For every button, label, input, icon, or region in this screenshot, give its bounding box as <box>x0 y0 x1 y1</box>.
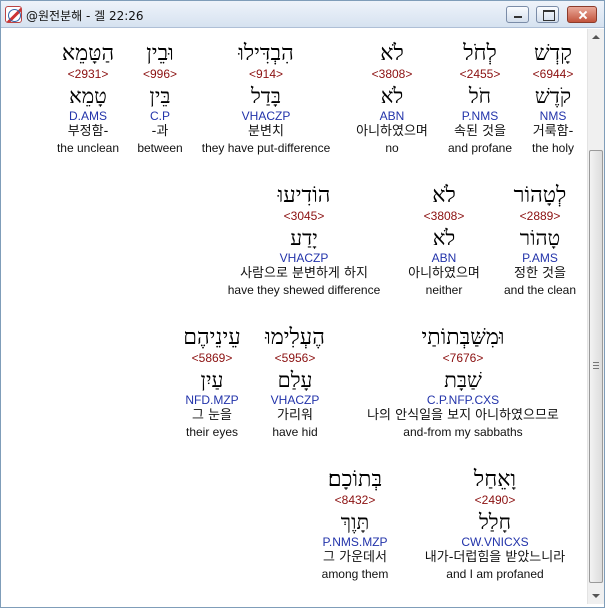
morphology-code: P.NMS.MZP <box>322 535 388 549</box>
app-icon[interactable] <box>5 6 22 23</box>
morphology-code: VHACZP <box>279 251 329 265</box>
korean-gloss: 사람으로 분변하게 하지 <box>240 266 368 281</box>
hebrew-word: הַטָּמֵא <box>61 41 115 66</box>
strong-number[interactable]: <8432> <box>290 493 420 507</box>
maximize-icon <box>537 7 558 22</box>
grip-icon <box>593 362 599 369</box>
maximize-button[interactable] <box>536 6 559 23</box>
strong-number[interactable]: <3045> <box>184 209 424 223</box>
english-gloss: among them <box>321 567 389 581</box>
minimize-icon <box>507 7 528 22</box>
minimize-button[interactable] <box>506 6 529 23</box>
strong-number[interactable]: <5869> <box>147 351 277 365</box>
word-block[interactable]: בְּתוֹכָם׃ <8432> תָּוֶךְ P.NMS.MZP 그 가운… <box>290 467 420 581</box>
lexical-form: שַׁבָּת <box>444 368 482 392</box>
hebrew-word: וּמִשַּׁבְּתוֹתַי <box>421 325 505 350</box>
korean-gloss: 부정함- <box>67 124 109 139</box>
vertical-scrollbar[interactable] <box>587 29 604 604</box>
interlinear-view: קָדְשׁ <6944> קֹדֶשׁ NMS 거룩함- the holy ל… <box>2 29 587 604</box>
lexical-form: טָמֵא <box>69 84 107 108</box>
strong-number[interactable]: <7676> <box>343 351 583 365</box>
close-button[interactable] <box>567 6 597 23</box>
hebrew-word: עֵינֵיהֶם <box>183 325 241 350</box>
hebrew-word: בְּתוֹכָם׃ <box>327 467 383 492</box>
close-icon <box>568 7 596 22</box>
morphology-code: D.AMS <box>68 109 107 123</box>
english-gloss: the unclean <box>56 141 120 155</box>
title-bar[interactable]: @원전분해 - 겔 22:26 <box>1 1 604 28</box>
scroll-up-arrow-icon[interactable] <box>588 29 604 46</box>
scroll-thumb[interactable] <box>589 150 603 583</box>
morphology-code: C.P.NFP.CXS <box>426 393 500 407</box>
app-window: @원전분해 - 겔 22:26 קָדְשׁ <6944> קֹדֶשׁ NMS… <box>0 0 605 608</box>
lexical-form: עַיִן <box>200 368 224 392</box>
hebrew-word: הוֹדִיעוּ <box>277 183 331 208</box>
strong-number[interactable]: <2931> <box>23 67 153 81</box>
word-block[interactable]: עֵינֵיהֶם <5869> עַיִן NFD.MZP 그 눈을 thei… <box>147 325 277 439</box>
word-block[interactable]: הַטָּמֵא <2931> טָמֵא D.AMS 부정함- the unc… <box>23 41 153 155</box>
lexical-form: יָדַע <box>290 226 318 250</box>
korean-gloss: 그 가운데서 <box>323 550 387 565</box>
korean-gloss: 나의 안식일을 보지 아니하였으므로 <box>367 408 559 423</box>
window-title: @원전분해 - 겔 22:26 <box>26 9 144 23</box>
word-block[interactable]: וּמִשַּׁבְּתוֹתַי <7676> שַׁבָּת C.P.NFP… <box>343 325 583 439</box>
scroll-down-arrow-icon[interactable] <box>588 587 604 604</box>
lexical-form: תָּוֶךְ <box>340 510 370 534</box>
english-gloss: and-from my sabbaths <box>403 425 523 439</box>
korean-gloss: 그 눈을 <box>191 408 232 423</box>
english-gloss: their eyes <box>185 425 239 439</box>
word-block[interactable]: הוֹדִיעוּ <3045> יָדַע VHACZP 사람으로 분변하게 … <box>184 183 424 297</box>
morphology-code: NFD.MZP <box>185 393 239 407</box>
english-gloss: have they shewed difference <box>227 283 381 297</box>
